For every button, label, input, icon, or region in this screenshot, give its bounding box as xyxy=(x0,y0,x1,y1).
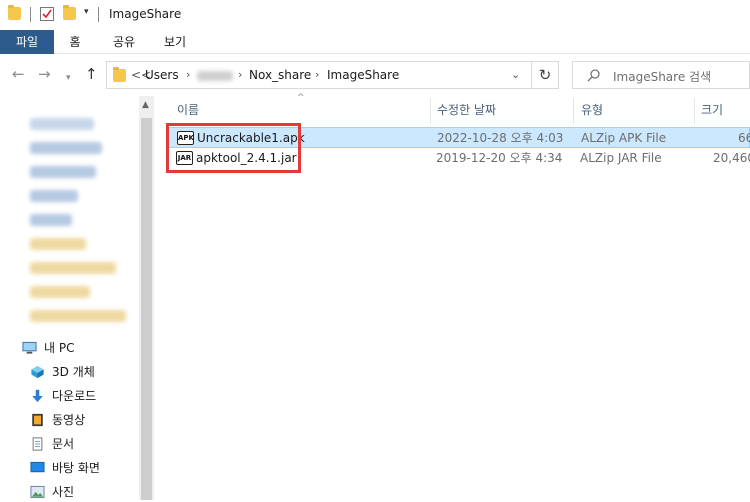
chevron-right-icon[interactable]: › xyxy=(186,68,190,81)
film-icon xyxy=(32,413,43,427)
scrollbar-thumb[interactable] xyxy=(141,118,152,500)
nav-item-label: 문서 xyxy=(52,437,75,451)
column-header-date[interactable]: 수정한 날짜 xyxy=(437,98,496,122)
chevron-right-icon[interactable]: › xyxy=(238,68,242,81)
nav-item-label: 바탕 화면 xyxy=(52,461,100,475)
column-divider[interactable] xyxy=(694,98,695,124)
column-header-name[interactable]: 이름 xyxy=(177,98,199,122)
highlight-annotation-box xyxy=(166,123,301,173)
chevron-down-icon[interactable]: ▾ xyxy=(84,7,89,17)
file-type: ALZip APK File xyxy=(581,131,667,145)
tab-file[interactable]: 파일 xyxy=(0,30,54,54)
nav-scrollbar[interactable]: ▲ xyxy=(139,96,154,500)
refresh-button[interactable]: ↻ xyxy=(532,61,559,89)
download-arrow-icon xyxy=(32,389,43,403)
redacted-nav-item xyxy=(30,190,78,202)
redacted-nav-item xyxy=(30,214,72,226)
breadcrumb-imageshare[interactable]: ImageShare xyxy=(327,68,399,82)
file-type: ALZip JAR File xyxy=(580,151,662,165)
redacted-nav-item xyxy=(30,262,116,274)
search-placeholder: ImageShare 검색 xyxy=(613,70,712,84)
scroll-up-icon[interactable]: ▲ xyxy=(142,100,149,110)
redacted-username xyxy=(197,71,233,81)
file-size: 20,460 xyxy=(713,151,750,165)
folder-icon xyxy=(8,5,21,20)
new-folder-icon[interactable] xyxy=(63,5,76,20)
document-icon xyxy=(32,437,43,451)
back-arrow-icon[interactable]: ← xyxy=(12,67,25,82)
nav-item-label: 내 PC xyxy=(44,341,75,355)
column-header-size[interactable]: 크기 xyxy=(701,98,723,122)
forward-arrow-icon[interactable]: → xyxy=(38,67,51,82)
computer-icon xyxy=(22,341,37,354)
address-bar[interactable]: << Users › › Nox_share › ImageShare ⌄ xyxy=(106,61,532,89)
breadcrumb-nox-share[interactable]: Nox_share xyxy=(249,68,311,82)
up-arrow-icon[interactable]: ↑ xyxy=(85,67,98,82)
nav-item-label: 다운로드 xyxy=(52,389,97,403)
redacted-nav-item xyxy=(30,142,102,154)
redacted-nav-item xyxy=(30,118,94,130)
tab-share[interactable]: 공유 xyxy=(104,30,144,54)
column-divider[interactable] xyxy=(430,98,431,124)
nav-item-label: 3D 개체 xyxy=(52,365,95,379)
ribbon: 파일 홈 공유 보기 xyxy=(0,30,750,54)
sort-ascending-icon: ^ xyxy=(297,93,305,103)
divider xyxy=(30,7,31,22)
search-box[interactable]: ImageShare 검색 xyxy=(572,61,750,89)
breadcrumb-users[interactable]: Users xyxy=(145,68,179,82)
file-date: 2019-12-20 오후 4:34 xyxy=(436,151,563,165)
refresh-icon: ↻ xyxy=(538,66,552,84)
picture-icon xyxy=(30,485,45,499)
desktop-icon xyxy=(30,461,45,473)
redacted-nav-item xyxy=(30,238,86,250)
folder-icon xyxy=(113,67,126,82)
file-size: 66 xyxy=(738,131,750,145)
window-title: ImageShare xyxy=(109,7,182,21)
redacted-nav-item xyxy=(30,166,96,178)
tab-home[interactable]: 홈 xyxy=(62,30,88,54)
search-icon xyxy=(587,69,600,82)
divider xyxy=(98,7,99,22)
recent-locations-chevron-icon[interactable]: ▾ xyxy=(66,71,71,86)
redacted-nav-item xyxy=(30,286,90,298)
file-date: 2022-10-28 오후 4:03 xyxy=(437,131,564,145)
properties-check-icon[interactable] xyxy=(40,7,54,21)
chevron-right-icon[interactable]: › xyxy=(315,68,319,81)
column-header-type[interactable]: 유형 xyxy=(581,98,603,122)
nav-item-label: 사진 xyxy=(52,485,75,499)
redacted-nav-item xyxy=(30,310,126,322)
title-bar: ▾ ImageShare xyxy=(0,0,750,30)
cube-icon xyxy=(31,365,44,379)
navigation-pane[interactable]: 내 PC 3D 개체 다운로드 동영상 문서 바탕 화면 사진 xyxy=(0,96,154,500)
tab-view[interactable]: 보기 xyxy=(158,30,192,54)
address-history-chevron-icon[interactable]: ⌄ xyxy=(511,68,520,81)
column-divider[interactable] xyxy=(573,98,574,124)
nav-item-label: 동영상 xyxy=(52,413,86,427)
